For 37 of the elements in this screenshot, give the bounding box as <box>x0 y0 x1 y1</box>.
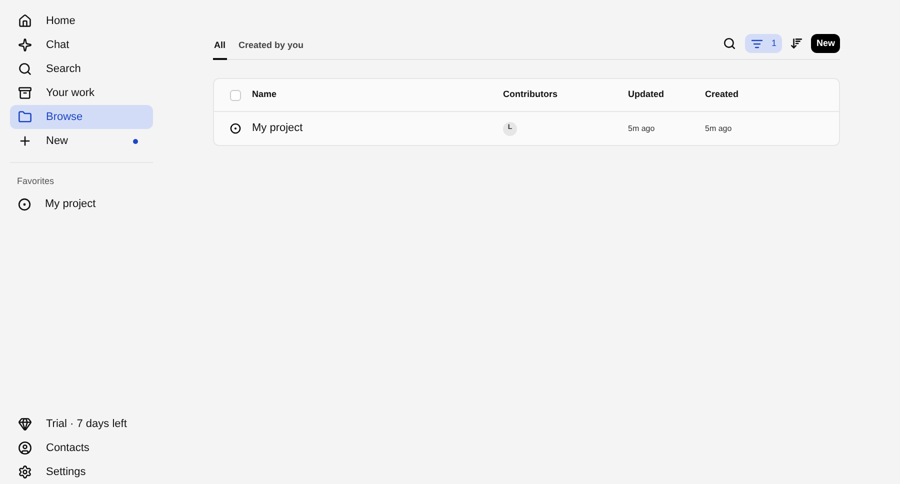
sort-icon[interactable] <box>790 37 804 50</box>
column-header: Created <box>705 88 739 102</box>
sidebar-item[interactable]: Chat <box>10 33 153 57</box>
folder-icon <box>18 110 32 124</box>
search-icon <box>18 62 32 76</box>
table-cell: 5m ago <box>705 122 732 134</box>
tab[interactable]: All <box>213 34 227 60</box>
checkbox[interactable] <box>230 90 241 100</box>
project-name[interactable]: My project <box>252 120 503 137</box>
sidebar-item[interactable]: New <box>10 129 153 153</box>
sidebar-item[interactable]: Browse <box>10 105 153 129</box>
sidebar-item[interactable]: Trial · 7 days left <box>10 412 153 436</box>
column-header: Updated <box>628 88 665 102</box>
tray-icon <box>18 86 32 100</box>
plus-icon <box>18 134 32 148</box>
column-header: Contributors <box>503 88 558 102</box>
sidebar-item[interactable]: My project <box>10 192 153 216</box>
home-icon <box>18 14 32 28</box>
column-header: Name <box>252 88 278 102</box>
settings-icon <box>18 465 32 479</box>
search-icon[interactable] <box>723 37 736 50</box>
section-heading: Favorites <box>16 175 56 188</box>
target-icon <box>230 123 241 134</box>
gem-icon <box>18 417 32 431</box>
user-icon <box>18 441 32 455</box>
sidebar-item[interactable]: Contacts <box>10 436 153 460</box>
tab[interactable]: Created by you <box>238 34 305 60</box>
sidebar-item[interactable]: Your work <box>10 81 153 105</box>
target-icon <box>18 198 31 211</box>
sidebar-item[interactable]: Settings <box>10 460 153 484</box>
sidebar-item[interactable]: Search <box>10 57 153 81</box>
filter-button[interactable]: 1 <box>745 34 782 53</box>
sidebar-item[interactable]: Home <box>10 9 153 33</box>
filter-icon <box>751 38 764 50</box>
sparkle-icon <box>18 38 32 52</box>
table-cell-text: 5m ago <box>628 122 656 134</box>
new-button[interactable]: New <box>811 34 840 53</box>
